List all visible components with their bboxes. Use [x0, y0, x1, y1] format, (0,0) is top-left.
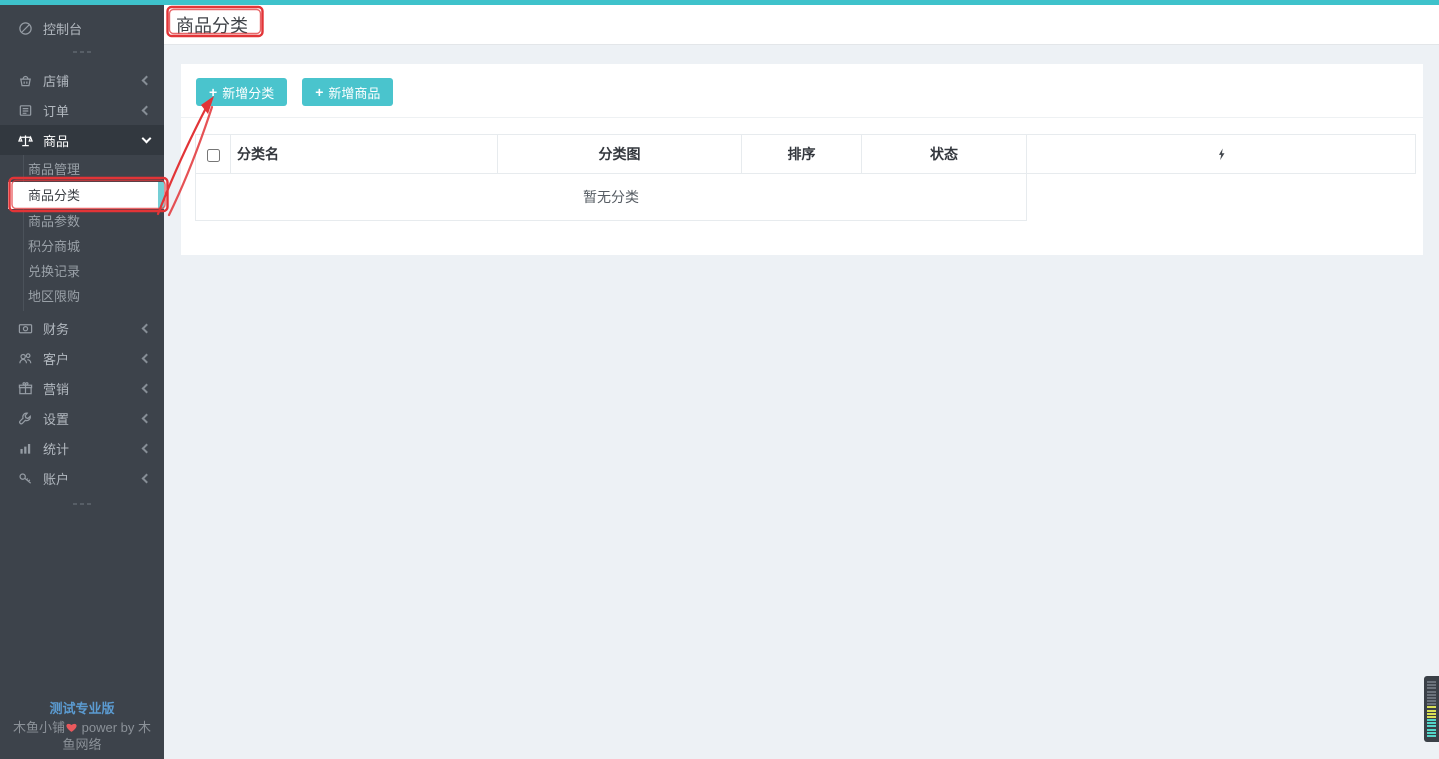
submenu-item-region-limit[interactable]: 地区限购	[0, 284, 164, 309]
sidebar-item-label: 客户	[43, 349, 69, 368]
chevron-left-icon	[142, 473, 152, 483]
sidebar: 控制台 店铺 订单 商品 商品管理 商品分类 商	[0, 5, 164, 759]
sidebar-item-label: 财务	[43, 319, 69, 338]
sidebar-item-label: 营销	[43, 379, 69, 398]
button-label: 新增分类	[222, 83, 274, 102]
sidebar-divider-dots	[0, 51, 164, 53]
chevron-left-icon	[142, 105, 152, 115]
select-all-checkbox[interactable]	[207, 149, 220, 162]
sidebar-item-account[interactable]: 账户	[0, 463, 164, 493]
category-table: 分类名 分类图 排序 状态	[195, 134, 1416, 221]
scroll-widget-stripe	[1427, 725, 1436, 727]
empty-row: 暂无分类	[196, 174, 1416, 221]
chevron-left-icon	[142, 443, 152, 453]
scroll-widget-stripe	[1427, 694, 1436, 696]
scroll-widget-stripe	[1427, 719, 1436, 721]
dashboard-icon	[18, 21, 33, 36]
scroll-indicator-widget[interactable]	[1424, 676, 1439, 742]
column-header-actions	[1027, 135, 1416, 174]
scroll-widget-stripe	[1427, 700, 1436, 702]
plus-icon: +	[315, 85, 323, 99]
sidebar-footer: 测试专业版 木鱼小铺 power by 木鱼网络	[0, 700, 164, 753]
sidebar-item-finance[interactable]: 财务	[0, 313, 164, 343]
marketing-icon	[18, 381, 33, 396]
content-panel: + 新增分类 + 新增商品	[181, 64, 1423, 255]
scroll-widget-stripe	[1427, 706, 1436, 708]
sidebar-item-label: 设置	[43, 409, 69, 428]
sidebar-item-shop[interactable]: 店铺	[0, 65, 164, 95]
sidebar-item-label: 订单	[43, 101, 69, 120]
scroll-widget-stripe	[1427, 722, 1436, 724]
top-accent-bar	[0, 0, 1439, 5]
page-title: 商品分类	[176, 12, 248, 38]
chevron-left-icon	[142, 383, 152, 393]
shop-icon	[18, 73, 33, 88]
sidebar-item-customers[interactable]: 客户	[0, 343, 164, 373]
settings-icon	[18, 411, 33, 426]
submenu-products: 商品管理 商品分类 商品参数 积分商城 兑换记录 地区限购	[0, 155, 164, 313]
toolbar: + 新增分类 + 新增商品	[181, 64, 1423, 118]
scroll-widget-stripe	[1427, 687, 1436, 689]
page-header: 商品分类	[164, 5, 1439, 45]
empty-state-text: 暂无分类	[196, 174, 1027, 221]
credit-text: 木鱼小铺 power by 木鱼网络	[0, 719, 164, 753]
table-header-row: 分类名 分类图 排序 状态	[196, 135, 1416, 174]
sidebar-item-dashboard[interactable]: 控制台	[0, 13, 164, 43]
chevron-left-icon	[142, 353, 152, 363]
chevron-left-icon	[142, 323, 152, 333]
sidebar-item-label: 店铺	[43, 71, 69, 90]
sidebar-item-marketing[interactable]: 营销	[0, 373, 164, 403]
sidebar-item-stats[interactable]: 统计	[0, 433, 164, 463]
customers-icon	[18, 351, 33, 366]
scroll-widget-stripe	[1427, 691, 1436, 693]
submenu-item-points-mall[interactable]: 积分商城	[0, 234, 164, 259]
edition-link[interactable]: 测试专业版	[0, 700, 164, 717]
sidebar-item-label: 商品	[43, 131, 69, 150]
brand-name: 木鱼小铺	[13, 720, 65, 735]
submenu-item-product-manage[interactable]: 商品管理	[0, 157, 164, 182]
scroll-widget-stripe	[1427, 697, 1436, 699]
sidebar-item-label: 账户	[43, 469, 69, 488]
sidebar-item-label: 控制台	[43, 19, 82, 38]
add-product-button[interactable]: + 新增商品	[302, 78, 393, 106]
button-label: 新增商品	[328, 83, 380, 102]
scroll-widget-stripe	[1427, 729, 1436, 731]
scroll-widget-stripe	[1427, 703, 1436, 705]
submenu-item-product-params[interactable]: 商品参数	[0, 209, 164, 234]
scroll-widget-stripe	[1427, 713, 1436, 715]
submenu-item-exchange-records[interactable]: 兑换记录	[0, 259, 164, 284]
plus-icon: +	[209, 85, 217, 99]
products-icon	[18, 133, 33, 148]
chevron-down-icon	[142, 134, 152, 144]
add-category-button[interactable]: + 新增分类	[196, 78, 287, 106]
chevron-left-icon	[142, 75, 152, 85]
finance-icon	[18, 321, 33, 336]
scroll-widget-stripe	[1427, 684, 1436, 686]
account-icon	[18, 471, 33, 486]
sidebar-divider-dots	[0, 503, 164, 505]
scroll-widget-stripe	[1427, 710, 1436, 712]
lightning-icon	[1217, 146, 1226, 162]
chevron-left-icon	[142, 413, 152, 423]
scroll-widget-stripe	[1427, 732, 1436, 734]
sidebar-item-label: 统计	[43, 439, 69, 458]
column-header-status: 状态	[862, 135, 1027, 174]
scroll-widget-stripe	[1427, 716, 1436, 718]
sidebar-item-settings[interactable]: 设置	[0, 403, 164, 433]
sidebar-item-products[interactable]: 商品	[0, 125, 164, 155]
orders-icon	[18, 103, 33, 118]
column-header-category-image: 分类图	[498, 135, 742, 174]
stats-icon	[18, 441, 33, 456]
scroll-widget-stripe	[1427, 735, 1436, 737]
heart-icon	[65, 720, 78, 735]
column-header-sort: 排序	[742, 135, 862, 174]
sidebar-item-orders[interactable]: 订单	[0, 95, 164, 125]
column-header-category-name: 分类名	[231, 135, 498, 174]
submenu-item-product-category[interactable]: 商品分类	[8, 182, 164, 209]
scroll-widget-stripe	[1427, 681, 1436, 683]
content-area: + 新增分类 + 新增商品	[164, 45, 1439, 759]
